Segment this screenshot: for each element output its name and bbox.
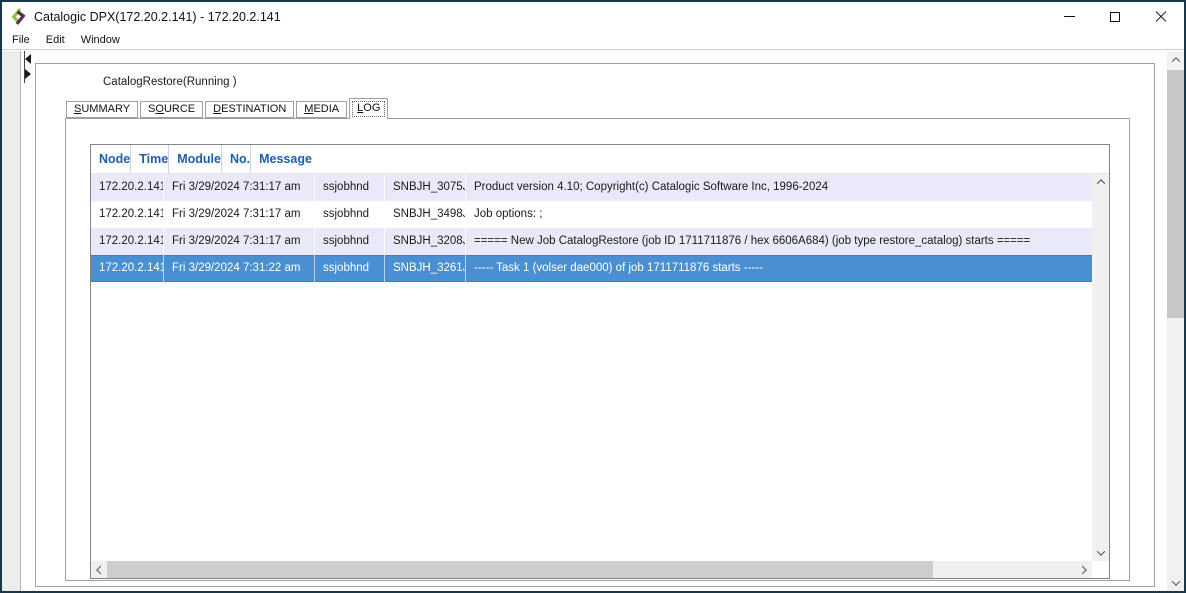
- table-vscroll-track[interactable]: [1092, 190, 1109, 545]
- close-button[interactable]: [1138, 2, 1184, 31]
- cell-number: SNBJH_3208J: [385, 228, 466, 255]
- cell-node: 172.20.2.141: [91, 228, 164, 255]
- cell-message: ----- Task 1 (volser dae000) of job 1711…: [466, 255, 1092, 282]
- cell-number: SNBJH_3075J: [385, 174, 466, 201]
- chevron-down-icon: [1171, 577, 1179, 585]
- log-row[interactable]: 172.20.2.141 Fri 3/29/2024 7:31:17 am ss…: [91, 228, 1092, 255]
- cell-time: Fri 3/29/2024 7:31:17 am: [164, 201, 315, 228]
- cell-module: ssjobhnd: [315, 201, 385, 228]
- scrollbar-corner: [1092, 561, 1109, 578]
- window-vscroll-track[interactable]: [1167, 68, 1184, 574]
- catalogic-logo-icon: [10, 8, 27, 25]
- title-bar: Catalogic DPX(172.20.2.141) - 172.20.2.1…: [2, 2, 1184, 31]
- window-vscroll-thumb[interactable]: [1167, 70, 1184, 318]
- minimize-icon: [1064, 16, 1075, 17]
- cell-message: Product version 4.10; Copyright(c) Catal…: [466, 174, 1092, 201]
- tab[interactable]: SUMMARY: [66, 101, 138, 118]
- tab[interactable]: LOG: [349, 98, 388, 119]
- tab[interactable]: SOURCE: [140, 101, 203, 118]
- table-horizontal-scrollbar[interactable]: [91, 561, 1092, 578]
- menu-bar: File Edit Window: [2, 31, 1184, 50]
- maximize-icon: [1110, 12, 1120, 22]
- expand-right-icon: [25, 69, 31, 79]
- tab-label-mnemonic: O: [155, 103, 164, 115]
- chevron-up-icon: [1096, 179, 1104, 187]
- collapse-left-icon: [25, 54, 31, 64]
- menu-item[interactable]: Window: [73, 32, 128, 48]
- cell-module: ssjobhnd: [315, 228, 385, 255]
- cell-node: 172.20.2.141: [91, 174, 164, 201]
- tab-label-post: OG: [363, 102, 380, 114]
- cell-time: Fri 3/29/2024 7:31:17 am: [164, 174, 315, 201]
- cell-time: Fri 3/29/2024 7:31:22 am: [164, 255, 315, 282]
- maximize-button[interactable]: [1092, 2, 1138, 31]
- close-icon: [1155, 11, 1167, 23]
- tab-label-post: EDIA: [313, 103, 339, 115]
- tab[interactable]: MEDIA: [296, 101, 347, 118]
- menu-item[interactable]: File: [4, 32, 38, 48]
- panel-splitter[interactable]: [22, 51, 31, 591]
- cell-message: Job options: ;: [466, 201, 1092, 228]
- column-header[interactable]: Time: [131, 145, 169, 173]
- log-table-middle: 172.20.2.141 Fri 3/29/2024 7:31:17 am ss…: [91, 174, 1109, 561]
- window-scroll-up-button[interactable]: [1167, 51, 1184, 68]
- column-header[interactable]: No.: [222, 145, 251, 173]
- window-title: Catalogic DPX(172.20.2.141) - 172.20.2.1…: [34, 10, 281, 24]
- app-body: CatalogRestore(Running ) SUMMARY SOURCE …: [2, 51, 1184, 591]
- chevron-up-icon: [1171, 57, 1179, 65]
- chevron-left-icon: [96, 565, 104, 573]
- log-row[interactable]: 172.20.2.141 Fri 3/29/2024 7:31:17 am ss…: [91, 174, 1092, 201]
- cell-module: ssjobhnd: [315, 255, 385, 282]
- window-scroll-down-button[interactable]: [1167, 574, 1184, 591]
- tab-label-mnemonic: D: [213, 103, 221, 115]
- log-tab-panel: Node Time Module No. Message: [65, 118, 1130, 581]
- table-hscroll-row: [91, 561, 1109, 578]
- table-scroll-right-button[interactable]: [1076, 561, 1092, 578]
- cell-node: 172.20.2.141: [91, 255, 164, 282]
- hscroll-track[interactable]: [933, 561, 1076, 578]
- tab-label-post: ESTINATION: [221, 103, 286, 115]
- column-header[interactable]: Message: [251, 145, 312, 173]
- splitter-handle[interactable]: [25, 54, 31, 79]
- column-header[interactable]: Node: [91, 145, 131, 173]
- job-status-title: CatalogRestore(Running ): [103, 76, 237, 88]
- tab-label-post: UMMARY: [81, 103, 130, 115]
- log-table-body: 172.20.2.141 Fri 3/29/2024 7:31:17 am ss…: [91, 174, 1092, 561]
- table-scroll-up-button[interactable]: [1092, 174, 1109, 190]
- tab[interactable]: DESTINATION: [205, 101, 294, 118]
- hscroll-thumb[interactable]: [107, 561, 933, 578]
- collapsed-left-panel: [2, 51, 21, 591]
- cell-time: Fri 3/29/2024 7:31:17 am: [164, 228, 315, 255]
- minimize-button[interactable]: [1046, 2, 1092, 31]
- log-row[interactable]: 172.20.2.141 Fri 3/29/2024 7:31:22 am ss…: [91, 255, 1092, 282]
- table-scroll-left-button[interactable]: [91, 561, 107, 578]
- window-vertical-scrollbar[interactable]: [1167, 51, 1184, 591]
- window-controls: [1046, 2, 1184, 31]
- chevron-down-icon: [1096, 547, 1104, 555]
- tab-label-post: URCE: [164, 103, 195, 115]
- table-scroll-down-button[interactable]: [1092, 545, 1109, 561]
- cell-number: SNBJH_3498J: [385, 201, 466, 228]
- menu-item[interactable]: Edit: [38, 32, 73, 48]
- cell-module: ssjobhnd: [315, 174, 385, 201]
- cell-number: SNBJH_3261J: [385, 255, 466, 282]
- tab-strip: SUMMARY SOURCE DESTINATION MEDIA: [66, 98, 388, 119]
- cell-node: 172.20.2.141: [91, 201, 164, 228]
- job-detail-panel: CatalogRestore(Running ) SUMMARY SOURCE …: [35, 63, 1155, 587]
- log-row[interactable]: 172.20.2.141 Fri 3/29/2024 7:31:17 am ss…: [91, 201, 1092, 228]
- chevron-right-icon: [1078, 565, 1086, 573]
- log-table-header: Node Time Module No. Message: [91, 145, 1109, 174]
- log-table: Node Time Module No. Message: [90, 144, 1110, 579]
- app-window: Catalogic DPX(172.20.2.141) - 172.20.2.1…: [0, 0, 1186, 593]
- table-vertical-scrollbar[interactable]: [1092, 174, 1109, 561]
- column-header[interactable]: Module: [169, 145, 222, 173]
- cell-message: ===== New Job CatalogRestore (job ID 171…: [466, 228, 1092, 255]
